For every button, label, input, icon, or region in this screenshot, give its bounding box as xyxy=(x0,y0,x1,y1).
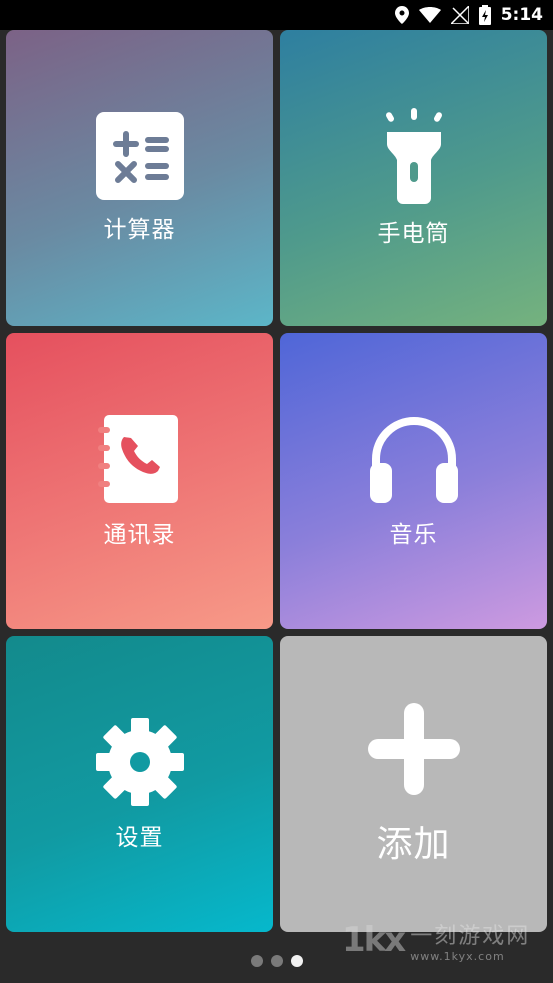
calculator-icon xyxy=(95,112,184,204)
watermark-name: 一刻游戏网 xyxy=(410,923,531,949)
gear-icon xyxy=(94,716,186,812)
signal-icon xyxy=(450,6,469,24)
settings-tile[interactable]: 设置 xyxy=(6,636,273,932)
music-label: 音乐 xyxy=(389,522,438,548)
contacts-label: 通讯录 xyxy=(103,522,176,548)
contacts-tile[interactable]: 通讯录 xyxy=(6,333,273,629)
flashlight-tile[interactable]: 手电筒 xyxy=(280,30,547,326)
music-tile[interactable]: 音乐 xyxy=(280,333,547,629)
watermark-logo: 1kx xyxy=(342,920,406,960)
headphones-icon xyxy=(368,413,460,509)
status-bar: 5:14 xyxy=(0,0,553,30)
watermark-url: www.1kyx.com xyxy=(410,949,505,963)
settings-label: 设置 xyxy=(115,825,164,851)
battery-charging-icon xyxy=(478,5,491,25)
plus-icon xyxy=(366,701,462,801)
watermark-text: 一刻游戏网 www.1kyx.com xyxy=(410,918,530,963)
contacts-icon xyxy=(97,413,182,509)
page-dot-active[interactable] xyxy=(290,955,303,967)
flashlight-label: 手电筒 xyxy=(377,221,450,247)
calculator-label: 计算器 xyxy=(103,217,176,243)
watermark: 1kx 一刻游戏网 www.1kyx.com xyxy=(342,912,553,968)
page-dot[interactable] xyxy=(270,955,283,967)
add-tile[interactable]: 添加 xyxy=(280,636,547,932)
wifi-icon xyxy=(418,7,441,23)
add-label: 添加 xyxy=(376,824,451,865)
clock: 5:14 xyxy=(500,5,543,25)
page-dot[interactable] xyxy=(250,955,263,967)
location-icon xyxy=(394,6,409,24)
flashlight-icon xyxy=(379,108,449,208)
calculator-tile[interactable]: 计算器 xyxy=(6,30,273,326)
